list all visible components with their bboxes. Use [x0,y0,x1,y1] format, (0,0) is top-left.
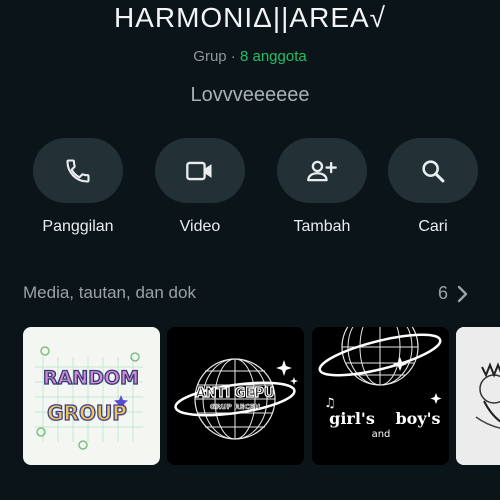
anti-gepu-text: ANTI GEPU [196,386,275,401]
search-button-circle[interactable] [388,138,478,203]
media-section-title: Media, tautan, dan dok [23,283,196,302]
group-subtitle: Grup · 8 anggota [0,48,500,65]
media-thumbnail[interactable] [456,327,500,465]
group-description[interactable]: Lovvveeeeee [0,84,500,107]
action-buttons-row: Panggilan Video Tambah Cari [0,138,500,248]
chevron-right-icon[interactable] [456,284,470,304]
media-thumbnail[interactable]: RANDOM GROUP [23,327,160,465]
media-thumbnail[interactable]: ♫ girl's and boy's [312,327,449,465]
video-button[interactable]: Video [150,138,250,236]
media-links-docs-row[interactable]: Media, tautan, dan dok 6 [23,283,470,307]
search-button-label: Cari [418,218,448,235]
add-member-button-circle[interactable] [277,138,367,203]
group-text: GROUP [47,401,127,425]
add-person-icon [307,160,337,181]
group-type-label: Grup · [193,48,240,65]
girls-and-boys-image: ♫ girl's and boy's [318,327,442,440]
call-button[interactable]: Panggilan [28,138,128,236]
grup-receh-text: GRUP RECEH [210,403,260,411]
random-text: RANDOM [43,367,139,389]
video-button-circle[interactable] [155,138,245,203]
media-thumbnails: RANDOM GROUP ANTI GEPU GRUP RECEH ♫ girl… [23,327,500,465]
anti-gepu-image: ANTI GEPU GRUP RECEH [174,358,298,440]
video-camera-icon [186,161,212,180]
call-button-circle[interactable] [33,138,123,203]
and-text: and [372,429,391,440]
video-button-label: Video [179,218,221,235]
phone-icon [66,158,90,183]
group-name: HARMONIΔ||AREA√ [113,2,387,33]
add-member-button-label: Tambah [293,218,351,235]
add-member-button[interactable]: Tambah [272,138,372,236]
media-count: 6 [437,283,448,303]
search-icon [422,159,445,182]
media-thumbnail[interactable]: ANTI GEPU GRUP RECEH [167,327,304,465]
boys-text: boy's [395,409,440,428]
member-count-link[interactable]: 8 anggota [240,48,307,65]
random-group-image: RANDOM GROUP [35,346,143,450]
crown-image [456,327,500,465]
call-button-label: Panggilan [42,218,114,235]
search-button[interactable]: Cari [383,138,483,236]
girls-text: girl's [329,409,375,428]
